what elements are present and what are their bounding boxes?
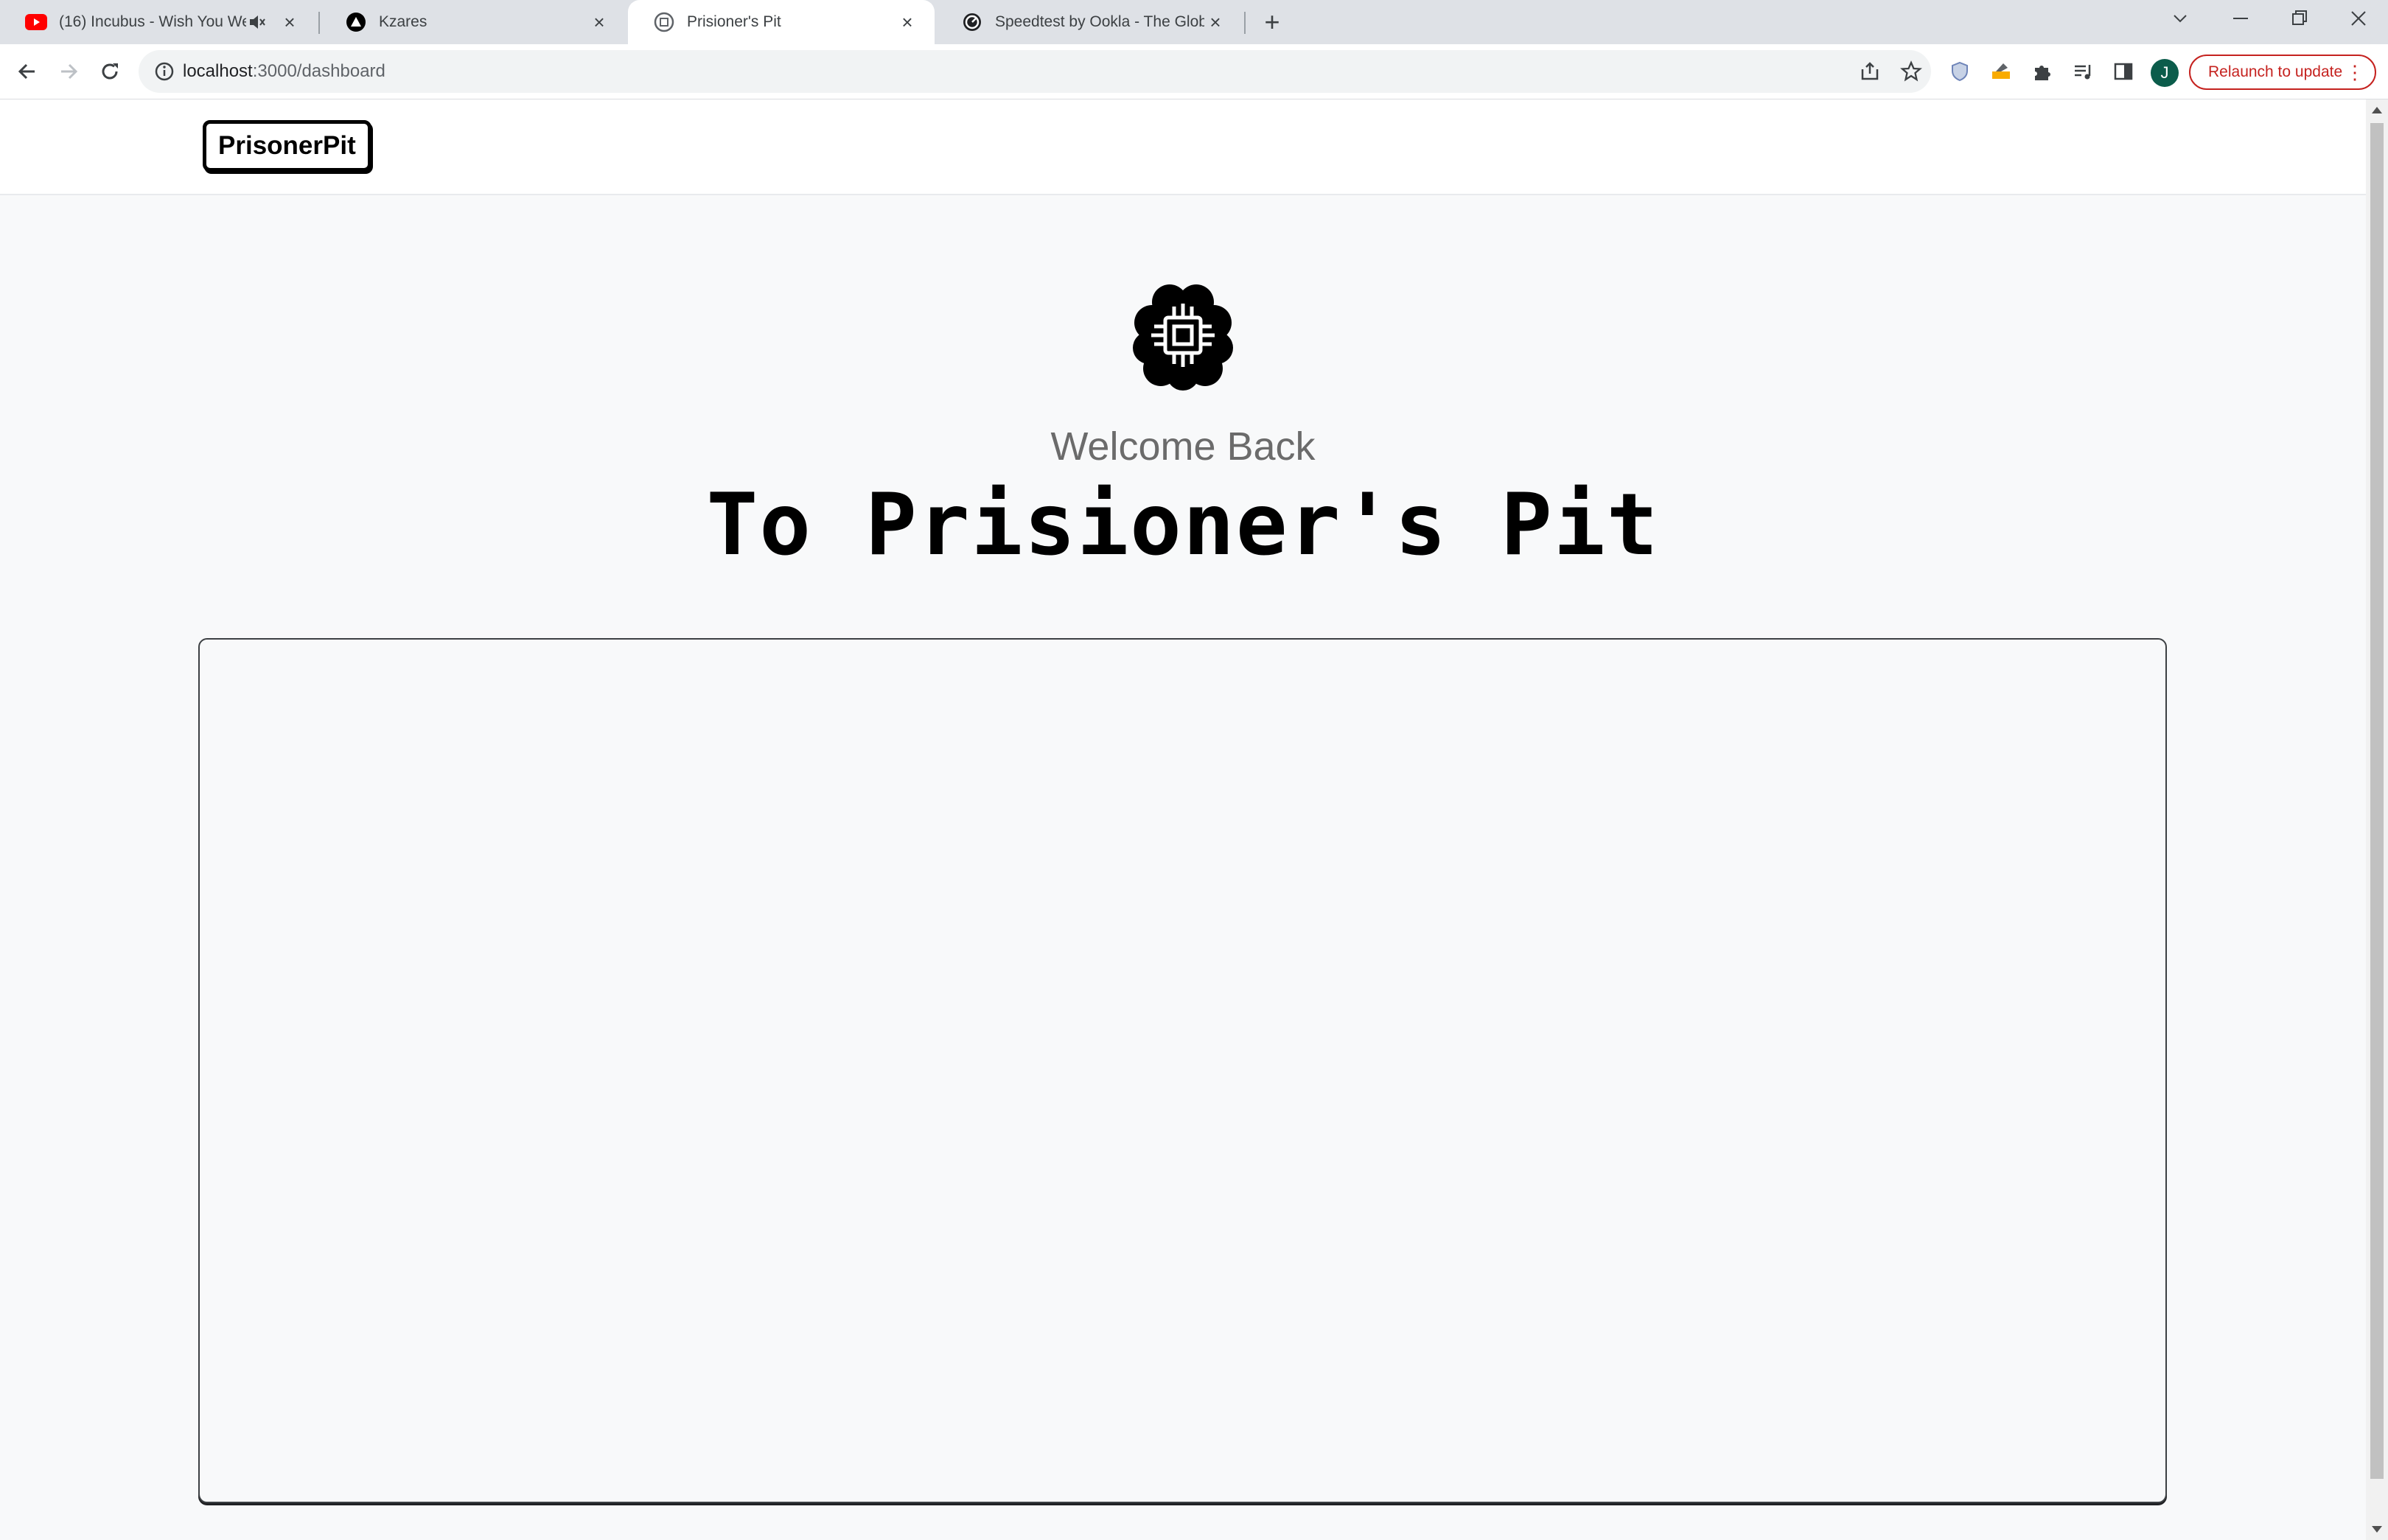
browser-toolbar: localhost:3000/dashboard J Relaunch to u… bbox=[0, 44, 2388, 99]
speedtest-icon bbox=[961, 11, 983, 33]
close-icon[interactable]: × bbox=[279, 11, 301, 33]
site-header: PrisonerPit bbox=[0, 99, 2366, 195]
tab-separator bbox=[1244, 12, 1246, 34]
tab-title: Prisioner's Pit bbox=[687, 13, 781, 30]
close-icon[interactable]: × bbox=[588, 11, 610, 33]
profile-avatar[interactable]: J bbox=[2151, 59, 2179, 87]
page-viewport: PrisonerPit Welcome Back To Prisioner's … bbox=[0, 99, 2366, 1540]
brain-chip-icon bbox=[1133, 284, 1233, 391]
new-tab-button[interactable]: + bbox=[1257, 7, 1287, 37]
shield-extension-icon[interactable] bbox=[1949, 60, 1971, 83]
tab-youtube[interactable]: (16) Incubus - Wish You Were Here × bbox=[0, 0, 317, 44]
youtube-icon bbox=[25, 11, 47, 33]
triangle-logo-icon bbox=[345, 11, 367, 33]
tab-prisioners-pit[interactable]: Prisioner's Pit × bbox=[628, 0, 935, 44]
bookmark-star-icon[interactable] bbox=[1900, 60, 1922, 83]
url-text[interactable]: localhost:3000/dashboard bbox=[183, 50, 385, 93]
back-button[interactable] bbox=[9, 53, 46, 90]
extensions-puzzle-icon[interactable] bbox=[2031, 60, 2053, 83]
scrollbar-thumb[interactable] bbox=[2370, 123, 2384, 1479]
tab-title: Kzares bbox=[379, 13, 427, 30]
tab-search-icon[interactable] bbox=[2151, 0, 2210, 37]
reload-button[interactable] bbox=[91, 53, 128, 90]
address-bar[interactable]: localhost:3000/dashboard bbox=[139, 50, 1931, 93]
page-scrollbar[interactable] bbox=[2366, 99, 2388, 1540]
tab-strip: (16) Incubus - Wish You Were Here × Kzar… bbox=[0, 0, 2388, 44]
url-host: localhost bbox=[183, 61, 253, 81]
tab-title: (16) Incubus - Wish You Were Here bbox=[59, 13, 246, 30]
share-icon[interactable] bbox=[1859, 60, 1881, 83]
side-panel-icon[interactable] bbox=[2112, 60, 2134, 83]
forward-button[interactable] bbox=[50, 53, 87, 90]
brain-chip-icon bbox=[653, 11, 675, 33]
highlighter-extension-icon[interactable] bbox=[1990, 60, 2012, 83]
restore-button[interactable] bbox=[2270, 0, 2329, 37]
close-window-button[interactable] bbox=[2329, 0, 2388, 37]
welcome-subtitle: Welcome Back bbox=[1050, 424, 1316, 469]
close-icon[interactable]: × bbox=[896, 11, 918, 33]
scroll-up-arrow-icon[interactable] bbox=[2372, 107, 2382, 113]
scroll-down-arrow-icon[interactable] bbox=[2372, 1526, 2382, 1533]
page-title: To Prisioner's Pit bbox=[706, 475, 1660, 575]
relaunch-to-update-button[interactable]: Relaunch to update ⋮ bbox=[2189, 55, 2376, 90]
minimize-button[interactable] bbox=[2211, 0, 2270, 37]
dashboard-panel bbox=[198, 638, 2167, 1503]
url-path: :3000/dashboard bbox=[252, 61, 385, 81]
relaunch-label: Relaunch to update bbox=[2208, 63, 2343, 80]
tab-kzares[interactable]: Kzares × bbox=[320, 0, 626, 44]
close-icon[interactable]: × bbox=[1204, 11, 1226, 33]
reading-list-icon[interactable] bbox=[2073, 60, 2095, 83]
tab-title: Speedtest by Ookla - The Global Broadban… bbox=[995, 13, 1204, 30]
speaker-muted-icon[interactable] bbox=[246, 11, 268, 33]
tab-speedtest[interactable]: Speedtest by Ookla - The Global Broadban… bbox=[936, 0, 1243, 44]
site-info-icon[interactable] bbox=[153, 60, 175, 83]
site-logo-button[interactable]: PrisonerPit bbox=[203, 120, 371, 172]
more-menu-icon[interactable]: ⋮ bbox=[2345, 62, 2364, 83]
